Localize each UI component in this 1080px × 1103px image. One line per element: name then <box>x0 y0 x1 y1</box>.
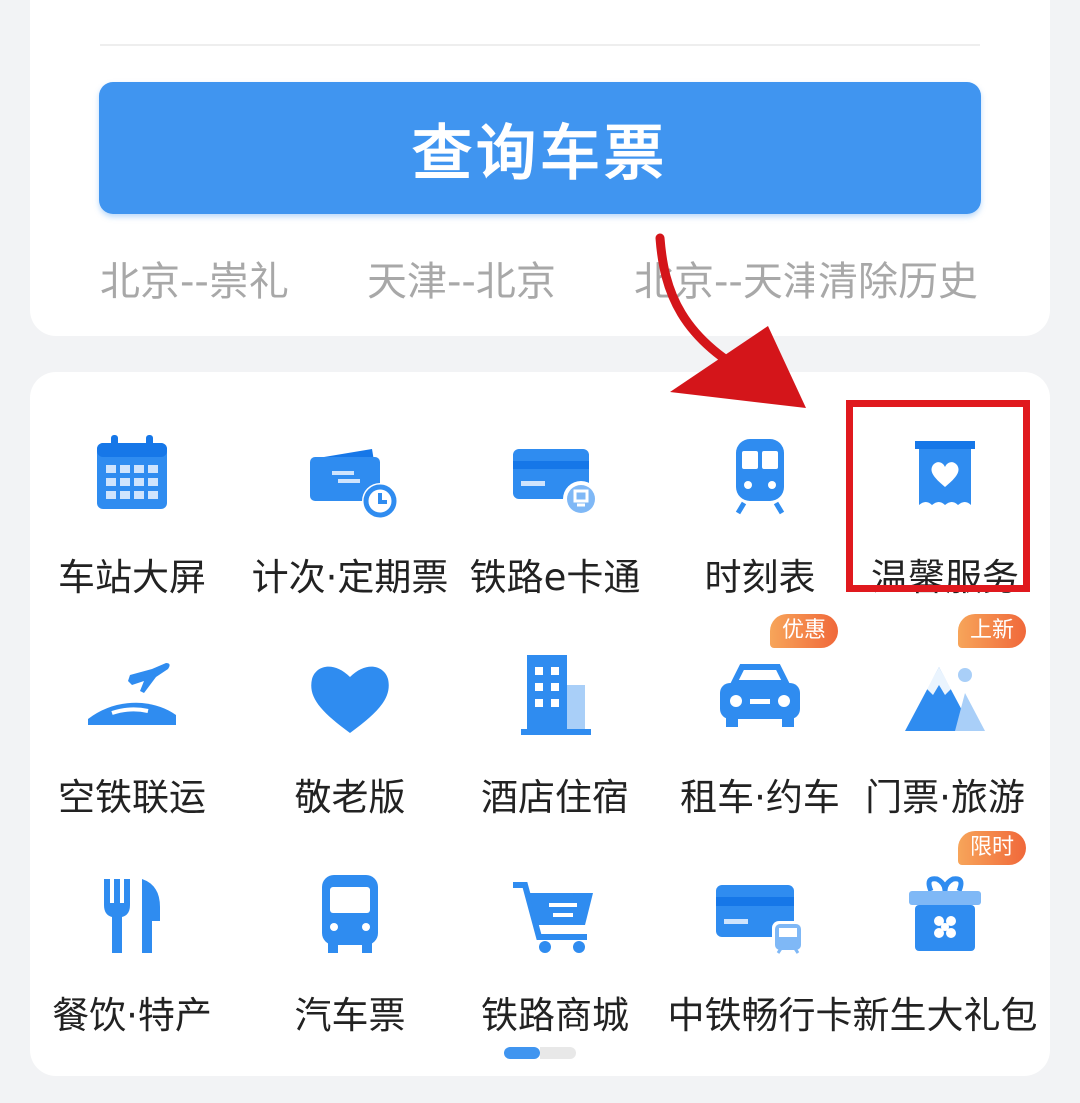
car-icon <box>710 645 810 745</box>
service-label: 酒店住宿 <box>481 776 629 819</box>
service-bus-ticket[interactable]: 汽车票 <box>245 843 455 1043</box>
service-rail-mall[interactable]: 铁路商城 <box>450 843 660 1043</box>
page-indicator-inactive <box>540 1047 576 1059</box>
service-dining[interactable]: 餐饮·特产 <box>27 843 237 1043</box>
service-tickets-tourism[interactable]: 门票·旅游 <box>840 625 1050 825</box>
calendar-icon <box>82 425 182 525</box>
hotel-building-icon <box>505 645 605 745</box>
plane-train-icon <box>82 645 182 745</box>
query-tickets-button[interactable]: 查询车票 <box>99 82 981 214</box>
bus-icon <box>300 863 400 963</box>
service-label: 车站大屏 <box>58 556 206 599</box>
history-item-2[interactable]: 天津--北京 <box>367 254 567 310</box>
history-item-1[interactable]: 北京--崇礼 <box>100 254 300 310</box>
ticket-clock-icon <box>300 425 400 525</box>
rail-card-icon <box>505 425 605 525</box>
service-label: 计次·定期票 <box>251 556 449 599</box>
service-label: 餐饮·特产 <box>52 994 212 1037</box>
badge-new: 上新 <box>958 614 1027 648</box>
service-periodic-ticket[interactable]: 计次·定期票 <box>245 405 455 605</box>
service-rail-ecard[interactable]: 铁路e卡通 <box>450 405 660 605</box>
service-station-screen[interactable]: 车站大屏 <box>27 405 237 605</box>
service-hotel[interactable]: 酒店住宿 <box>450 625 660 825</box>
shopping-cart-icon <box>505 863 605 963</box>
badge-discount: 优惠 <box>770 614 839 648</box>
service-label: 铁路商城 <box>481 994 629 1037</box>
service-air-rail[interactable]: 空铁联运 <box>27 625 237 825</box>
highlight-box <box>846 400 1030 592</box>
clear-history-button[interactable]: 清除历史 <box>818 254 978 310</box>
train-front-icon <box>710 425 810 525</box>
service-elderly-mode[interactable]: 敬老版 <box>245 625 455 825</box>
card-train-icon <box>710 863 810 963</box>
service-label: 敬老版 <box>294 776 406 819</box>
service-label: 铁路e卡通 <box>469 556 641 599</box>
red-arrow-icon <box>655 233 806 408</box>
page-indicator-active <box>504 1047 540 1059</box>
heart-icon <box>300 645 400 745</box>
gift-box-icon <box>895 863 995 963</box>
badge-limited: 限时 <box>958 831 1027 865</box>
service-label: 新生大礼包 <box>852 994 1038 1037</box>
service-gift-pack[interactable]: 新生大礼包 <box>840 843 1050 1043</box>
service-label: 门票·旅游 <box>865 776 1025 819</box>
page-indicator <box>504 1047 576 1059</box>
divider <box>100 44 980 46</box>
fork-knife-icon <box>82 863 182 963</box>
service-label: 汽车票 <box>294 994 406 1037</box>
service-label: 空铁联运 <box>58 776 206 819</box>
mountain-icon <box>895 645 995 745</box>
